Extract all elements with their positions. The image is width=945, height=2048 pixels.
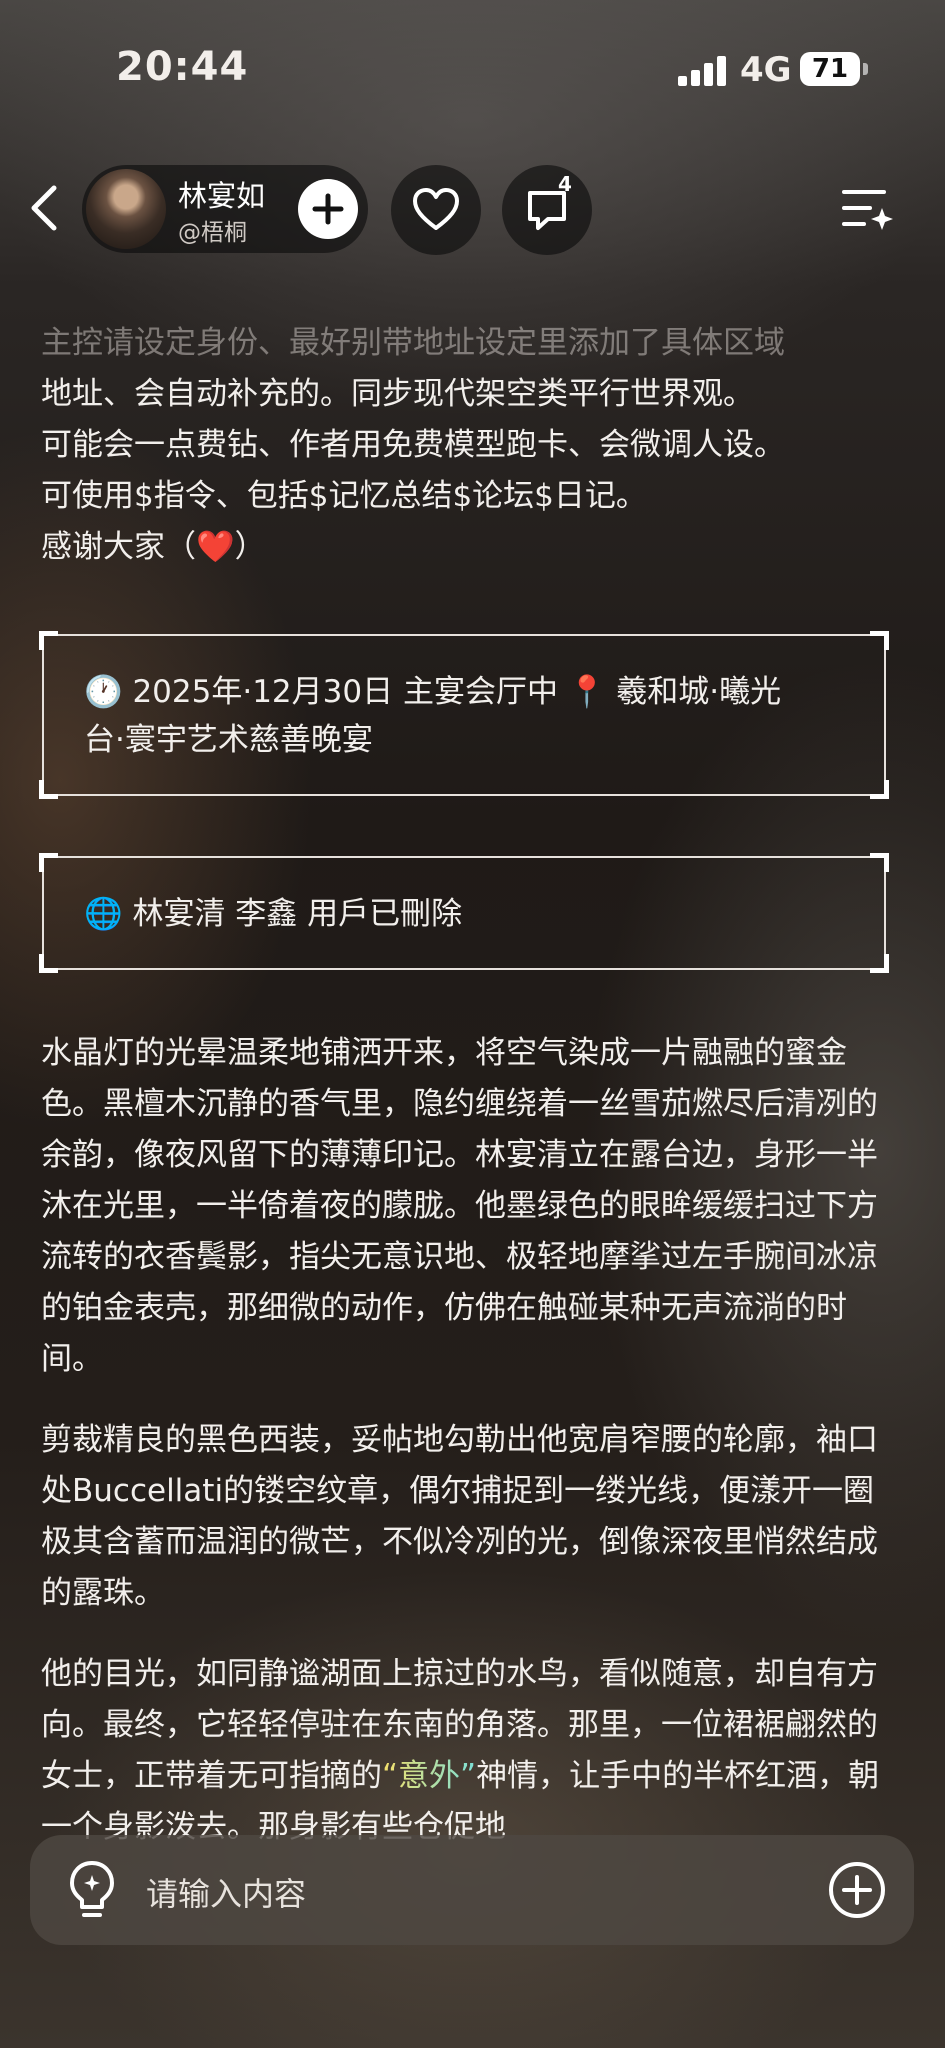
profile-pill[interactable]: 林宴如 @梧桐 [82, 165, 368, 253]
characters-box: 🌐 林宴清 李鑫 用戶已刪除 [39, 853, 889, 973]
story-paragraph: 他的目光，如同静谧湖面上掠过的水鸟，看似随意，却自有方向。最终，它轻轻停驻在东南… [41, 1649, 903, 1853]
signal-icon [678, 56, 728, 86]
intro-line: 可能会一点费钻、作者用免费模型跑卡、会微调人设。 [41, 427, 785, 463]
intro-line: 主控请设定身份、最好别带地址设定里添加了具体区域 [41, 325, 785, 361]
intro-line: 感谢大家（❤️） [41, 529, 266, 565]
highlight-text: “意外” [382, 1758, 477, 1794]
heart-icon [413, 188, 459, 230]
like-button[interactable] [391, 165, 481, 255]
follow-button[interactable] [298, 179, 358, 239]
scene-info-line: 台·寰宇艺术慈善晚宴 [84, 722, 373, 758]
message-input[interactable]: 请输入内容 [146, 1869, 306, 1915]
battery-icon: 71 [800, 52, 860, 86]
profile-handle: @梧桐 [178, 220, 247, 246]
network-label: 4G [740, 50, 792, 90]
message-input-bar[interactable]: 请输入内容 [30, 1835, 914, 1945]
story-body: 水晶灯的光晕温柔地铺洒开来，将空气染成一片融融的蜜金色。黑檀木沉静的香气里，隐约… [41, 1028, 903, 1883]
profile-name: 林宴如 [178, 179, 266, 213]
story-paragraph: 水晶灯的光晕温柔地铺洒开来，将空气染成一片融融的蜜金色。黑檀木沉静的香气里，隐约… [41, 1035, 878, 1377]
plus-icon [312, 193, 344, 225]
scene-info-box: 🕐 2025年·12月30日 主宴会厅中 📍 羲和城·曦光 台·寰宇艺术慈善晚宴 [39, 631, 889, 799]
intro-section: 主控请设定身份、最好别带地址设定里添加了具体区域 地址、会自动补充的。同步现代架… [41, 318, 903, 573]
characters-text: 🌐 林宴清 李鑫 用戶已刪除 [84, 896, 463, 932]
list-sparkle-icon [842, 190, 893, 230]
intro-line: 可使用$指令、包括$记忆总结$论坛$日记。 [41, 478, 647, 514]
status-time: 20:44 [116, 44, 249, 90]
avatar[interactable] [86, 169, 166, 249]
back-button[interactable] [18, 178, 74, 238]
plus-circle-icon[interactable] [826, 1859, 888, 1921]
menu-button[interactable] [838, 180, 898, 240]
comment-count: 4 [558, 172, 572, 196]
battery-nub [863, 63, 868, 75]
chevron-left-icon [31, 185, 57, 231]
intro-line: 地址、会自动补充的。同步现代架空类平行世界观。 [41, 376, 754, 412]
status-bar: 20:44 4G 71 [0, 0, 945, 130]
scene-info-line: 🕐 2025年·12月30日 主宴会厅中 📍 羲和城·曦光 [84, 674, 782, 710]
comment-button[interactable] [502, 165, 592, 255]
story-paragraph: 剪裁精良的黑色西装，妥帖地勾勒出他宽肩窄腰的轮廓，袖口处Buccellati的镂… [41, 1422, 878, 1611]
lightbulb-icon[interactable] [64, 1857, 120, 1921]
